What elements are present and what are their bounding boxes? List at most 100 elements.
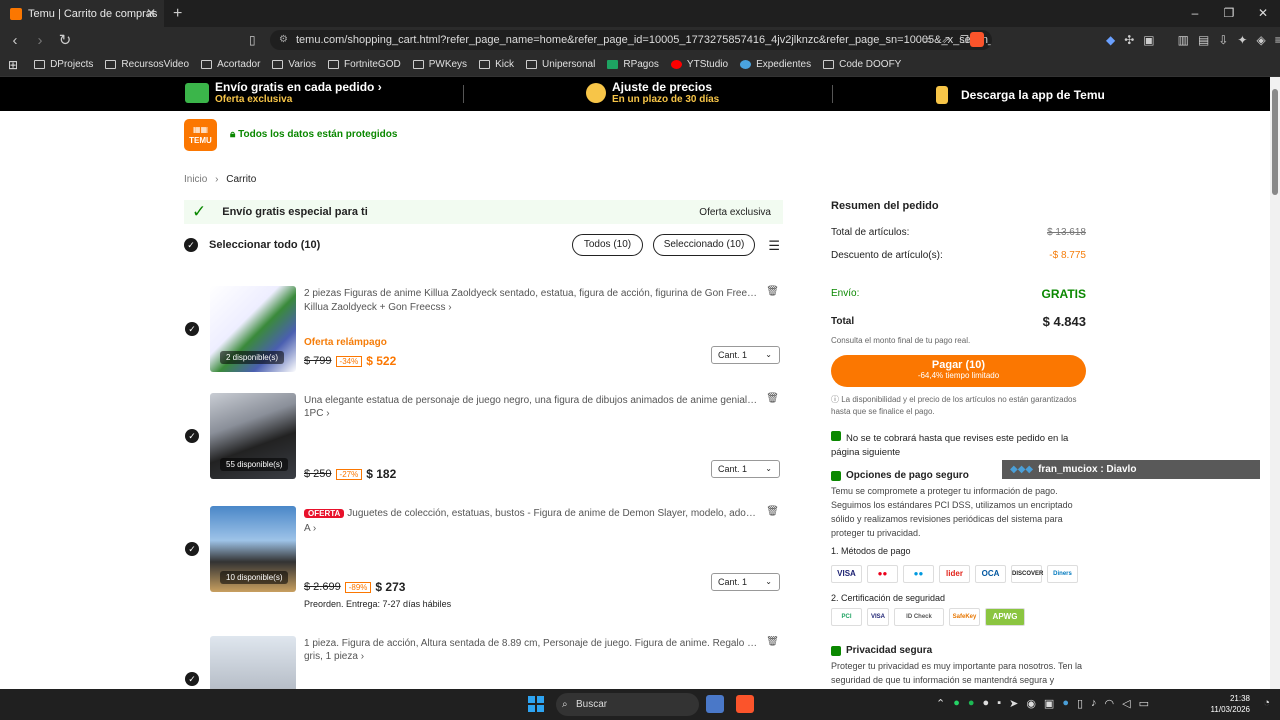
bookmark-unipersonal[interactable]: Unipersonal	[525, 59, 595, 70]
product-title[interactable]: OFERTA Juguetes de colección, estatuas, b…	[304, 508, 758, 519]
back-icon[interactable]: ‹	[5, 32, 25, 49]
telegram-icon[interactable]: ➤	[1009, 697, 1018, 710]
quantity-select[interactable]: Cant. 1 ⌄	[711, 460, 780, 478]
browser-tab[interactable]: Temu | Carrito de compras ✕	[0, 0, 164, 27]
product-image[interactable]: 55 disponible(s)	[210, 393, 296, 479]
forward-icon[interactable]: ›	[30, 32, 50, 49]
shield-icon[interactable]: ●	[1062, 697, 1069, 710]
item-checkbox[interactable]: ✓	[185, 672, 199, 686]
pay-button[interactable]: Pagar (10) -64,4% tiempo limitado	[831, 355, 1086, 387]
product-image[interactable]	[210, 636, 296, 689]
brave-shields-icon[interactable]	[970, 32, 984, 47]
product-title[interactable]: 1 pieza. Figura de acción, Altura sentad…	[304, 638, 758, 649]
trash-icon[interactable]: 🗑︎	[766, 636, 779, 647]
maximize-icon[interactable]: ❐	[1212, 0, 1246, 27]
filter-selected-button[interactable]: Seleccionado (10)	[653, 234, 755, 256]
product-variant[interactable]: 1PC ›	[304, 408, 330, 419]
promo-download-app[interactable]: Descarga la app de Temu	[936, 86, 1105, 104]
cart-item: ✓ 55 disponible(s) Una elegante estatua …	[184, 393, 783, 501]
promo-free-shipping[interactable]: Envío gratis en cada pedido › Oferta exc…	[185, 80, 382, 105]
copy-icon[interactable]: ❐	[960, 35, 969, 46]
scrollbar-thumb[interactable]	[1272, 89, 1278, 195]
select-all-label[interactable]: Seleccionar todo (10)	[209, 239, 320, 251]
bookmark-code-doofy[interactable]: Code DOOFY	[823, 59, 901, 70]
taskbar-app-icon[interactable]	[706, 695, 724, 713]
ps-icon[interactable]: ▣	[1044, 697, 1054, 710]
reload-icon[interactable]: ↻	[55, 31, 75, 49]
sidebar-icon[interactable]: ▥	[1178, 33, 1189, 47]
product-image[interactable]: 2 disponible(s)	[210, 286, 296, 372]
quantity-select[interactable]: Cant. 1 ⌄	[711, 346, 780, 364]
share-icon[interactable]: ⇗	[941, 35, 949, 46]
item-checkbox[interactable]: ✓	[185, 429, 199, 443]
bookmark-acortador[interactable]: Acortador	[201, 59, 260, 70]
bookmark-fortnitegod[interactable]: FortniteGOD	[328, 59, 401, 70]
chevron-down-icon: ⌄	[765, 350, 772, 359]
product-image[interactable]: 10 disponible(s)	[210, 506, 296, 592]
minimize-icon[interactable]: –	[1178, 0, 1212, 27]
notification-icon[interactable]: ◔	[1263, 697, 1270, 709]
product-title[interactable]: Una elegante estatua de personaje de jue…	[304, 395, 758, 406]
cast-icon[interactable]: ▭	[922, 35, 931, 46]
bookmark-recursosvideo[interactable]: RecursosVideo	[105, 59, 189, 70]
clock[interactable]: 21:38 11/03/2026	[1211, 693, 1250, 715]
item-checkbox[interactable]: ✓	[185, 322, 199, 336]
windows-start-icon[interactable]	[528, 696, 544, 712]
product-variant[interactable]: A ›	[304, 523, 316, 534]
bookmark-dprojects[interactable]: DProjects	[34, 59, 93, 70]
bookmark-rpagos[interactable]: RPagos	[607, 59, 659, 70]
bookmark-pwkeys[interactable]: PWKeys	[412, 59, 467, 70]
bookmark-varios[interactable]: Varios	[272, 59, 316, 70]
spotify-icon[interactable]: ●	[968, 697, 975, 710]
screenshot-icon[interactable]: ▣	[1143, 33, 1154, 47]
trash-icon[interactable]: 🗑︎	[766, 286, 779, 297]
chevron-up-icon[interactable]: ⌃	[936, 697, 945, 710]
whatsapp-icon[interactable]: ●	[953, 697, 960, 710]
list-view-icon[interactable]: ☰	[768, 238, 780, 254]
bookmark-ytstudio[interactable]: YTStudio	[670, 59, 728, 70]
new-tab-button[interactable]: +	[173, 5, 182, 23]
brave-taskbar-icon[interactable]	[736, 695, 754, 713]
apps-icon[interactable]: ⊞	[8, 58, 18, 72]
vpn-icon[interactable]: ◈	[1256, 33, 1265, 47]
bookmark-expedientes[interactable]: Expedientes	[740, 59, 811, 70]
filter-all-button[interactable]: Todos (10)	[572, 234, 643, 256]
puzzle-icon[interactable]: ✣	[1124, 33, 1134, 47]
ai-icon[interactable]: ✦	[1237, 33, 1247, 47]
taskbar-search[interactable]: ⌕ Buscar	[556, 693, 699, 716]
tab-close-icon[interactable]: ✕	[146, 6, 156, 20]
bookmark-icon[interactable]: ▯	[249, 33, 256, 47]
item-checkbox[interactable]: ✓	[185, 542, 199, 556]
product-variant[interactable]: gris, 1 pieza ›	[304, 651, 364, 662]
battery-icon[interactable]: ▯	[1077, 697, 1083, 710]
wallet-icon[interactable]: ▤	[1198, 33, 1209, 47]
original-price: $ 2.699	[304, 581, 341, 593]
power-icon[interactable]: ▭	[1139, 697, 1149, 710]
site-info-icon[interactable]: ⚙	[279, 30, 288, 50]
select-all-checkbox[interactable]: ✓	[184, 238, 198, 252]
current-price: $ 522	[366, 354, 397, 368]
volume-icon[interactable]: ◁	[1122, 697, 1130, 710]
download-icon[interactable]: ⇩	[1218, 33, 1228, 47]
extension-icon[interactable]: ◆	[1106, 33, 1115, 47]
app-icon[interactable]: ▪	[997, 697, 1001, 710]
mic-icon[interactable]: ♪	[1091, 697, 1097, 710]
steam-icon[interactable]: ●	[983, 697, 990, 710]
close-window-icon[interactable]: ✕	[1246, 0, 1280, 27]
bookmark-kick[interactable]: Kick	[479, 59, 514, 70]
promo-banner: Envío gratis en cada pedido › Oferta exc…	[0, 77, 1270, 111]
trash-icon[interactable]: 🗑︎	[766, 393, 779, 404]
promo-price-adjust[interactable]: Ajuste de precios En un plazo de 30 días	[586, 80, 719, 105]
quantity-select[interactable]: Cant. 1 ⌄	[711, 573, 780, 591]
discord-icon[interactable]: ◉	[1026, 697, 1036, 710]
trash-icon[interactable]: 🗑︎	[766, 506, 779, 517]
breadcrumb-home[interactable]: Inicio	[184, 174, 207, 185]
product-variant[interactable]: Killua Zaoldyeck + Gon Freecss ›	[304, 302, 452, 313]
url-field[interactable]: ⚙ temu.com/shopping_cart.html?refer_page…	[270, 30, 992, 50]
temu-logo[interactable]: ▦▦ TEMU	[184, 119, 217, 151]
url-text: temu.com/shopping_cart.html?refer_page_n…	[296, 34, 992, 46]
product-title[interactable]: 2 piezas Figuras de anime Killua Zaoldye…	[304, 288, 758, 299]
menu-icon[interactable]: ≡	[1275, 33, 1280, 47]
page-scrollbar[interactable]	[1270, 77, 1280, 689]
wifi-icon[interactable]: ◠	[1105, 697, 1115, 710]
